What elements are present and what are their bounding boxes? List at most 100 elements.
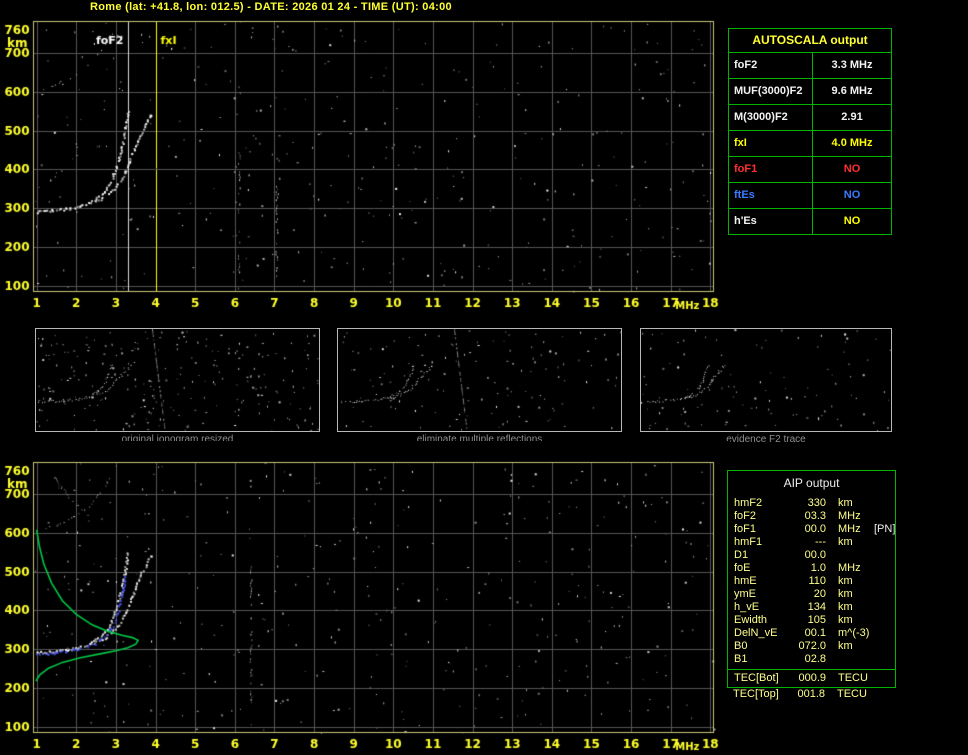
aip-row: B0 072.0 km (728, 640, 895, 653)
aip-row-extra (874, 536, 895, 549)
aip-row-value: 105 (807, 614, 826, 626)
aip-row-name: D1 (734, 549, 749, 561)
aip-row-value: 330 (807, 497, 826, 509)
aip-row-unit: km (838, 601, 853, 613)
aip-row-value: --- (815, 536, 826, 548)
aip-row: foF1 00.0 MHz [PN] (728, 523, 895, 536)
autoscala-row-label: M(3000)F2 (729, 105, 813, 130)
autoscala-row-label: foF1 (729, 157, 813, 182)
aip-row-value: 02.8 (804, 653, 826, 665)
aip-row-value: 110 (808, 575, 826, 587)
aip-row-name: B1 (734, 653, 748, 665)
aip-row-name: TEC[Bot] (734, 672, 779, 684)
aip-row-unit: km (838, 497, 853, 509)
ionogram-bottom-canvas (0, 441, 730, 755)
thumb3-canvas (640, 328, 892, 432)
aip-row-name: ymE (734, 588, 756, 600)
aip-row-name: foF2 (734, 510, 757, 522)
aip-row-name: hmF2 (734, 497, 763, 509)
autoscala-row-value: NO (843, 163, 861, 175)
aip-row: B1 02.8 (728, 653, 895, 666)
autoscala-row-value: 4.0 MHz (831, 137, 873, 149)
aip-row: foF2 03.3 MHz (728, 510, 895, 523)
aip-tec-bot-row: TEC[Bot] 000.9 TECU (728, 672, 895, 685)
thumb2-canvas (337, 328, 622, 432)
autoscala-table-header: AUTOSCALA output (729, 29, 891, 53)
aip-row: Ewidth 105 km (728, 614, 895, 627)
aip-row-name: TEC[Top] (733, 688, 779, 700)
page-title: Rome (lat: +41.8, lon: 012.5) - DATE: 20… (90, 1, 452, 13)
autoscala-row-label: foF2 (729, 53, 813, 78)
aip-row-extra (874, 562, 895, 575)
aip-row-name: hmE (734, 575, 757, 587)
autoscala-row-label: h'Es (729, 209, 813, 234)
aip-row-value: 001.8 (797, 688, 825, 700)
aip-row-extra (874, 497, 895, 510)
autoscala-row: MUF(3000)F2 9.6 MHz (729, 79, 891, 105)
aip-row-unit: km (838, 640, 853, 652)
aip-rows: hmF2 330 km foF2 03.3 MHz foF1 00.0 MHz [PN] hmF1 -… (728, 497, 895, 666)
aip-row-name: DelN_vE (734, 627, 778, 639)
aip-row-value: 00.1 (804, 627, 826, 639)
thumb1-canvas (35, 328, 320, 432)
aip-row-value: 000.9 (798, 672, 826, 684)
autoscala-row-value: NO (843, 215, 861, 227)
aip-row-extra: [PN] (874, 523, 896, 535)
autoscala-row: foF2 3.3 MHz (729, 53, 891, 79)
autoscala-row: h'Es NO (729, 209, 891, 234)
aip-row-extra (874, 627, 895, 640)
aip-row-extra (874, 653, 895, 666)
autoscala-row: fxI 4.0 MHz (729, 131, 891, 157)
aip-row: D1 00.0 (728, 549, 895, 562)
aip-row-value: 03.3 (804, 510, 826, 522)
autoscala-output-table: AUTOSCALA output foF2 3.3 MHz MUF(3000)F2 9… (728, 28, 892, 235)
aip-row-unit (830, 549, 874, 562)
aip-row-unit (830, 653, 874, 666)
autoscala-row-label: fxI (729, 131, 813, 156)
aip-row-unit: TECU (838, 672, 868, 684)
aip-row: hmE 110 km (728, 575, 895, 588)
aip-row-name: Ewidth (734, 614, 768, 626)
aip-row-extra (874, 588, 895, 601)
aip-row-name: h_vE (734, 601, 760, 613)
aip-row: hmF1 --- km (728, 536, 895, 549)
autoscala-row: ftEs NO (729, 183, 891, 209)
aip-row-name: foF1 (734, 523, 757, 535)
autoscala-row-value: 3.3 MHz (831, 59, 873, 71)
aip-row: foE 1.0 MHz (728, 562, 895, 575)
autoscala-screen: Rome (lat: +41.8, lon: 012.5) - DATE: 20… (0, 0, 968, 755)
autoscala-row-label: ftEs (729, 183, 813, 208)
aip-table-header: AIP output (783, 476, 840, 490)
aip-row-unit: m^(-3) (838, 627, 870, 639)
aip-row-name: foE (734, 562, 751, 574)
aip-row-extra (874, 549, 895, 562)
aip-row-unit: km (838, 614, 853, 626)
aip-row: DelN_vE 00.1 m^(-3) (728, 627, 895, 640)
aip-row: TEC[Top] 001.8 TECU (727, 688, 894, 701)
aip-separator (728, 669, 895, 670)
aip-row-name: hmF1 (734, 536, 763, 548)
autoscala-row-value: NO (843, 189, 861, 201)
aip-row-value: 00.0 (804, 523, 826, 535)
aip-row-extra (874, 672, 895, 685)
aip-row-extra (874, 614, 895, 627)
aip-row-unit: km (838, 575, 853, 587)
aip-row: ymE 20 km (728, 588, 895, 601)
aip-row: h_vE 134 km (728, 601, 895, 614)
autoscala-row: M(3000)F2 2.91 (729, 105, 891, 131)
ionogram-top-canvas (0, 0, 730, 318)
aip-row-value: 134 (807, 601, 826, 613)
aip-row-extra (874, 510, 895, 523)
aip-row-unit: MHz (838, 523, 861, 535)
autoscala-rows: foF2 3.3 MHz MUF(3000)F2 9.6 MHz M(3000)F2 2.… (729, 53, 891, 234)
aip-row-name: B0 (734, 640, 748, 652)
aip-row-value: 20 (813, 588, 826, 600)
aip-row: TEC[Bot] 000.9 TECU (728, 672, 895, 685)
aip-row-unit: km (838, 588, 853, 600)
aip-row-extra (874, 601, 895, 614)
aip-tec-top-row: TEC[Top] 001.8 TECU (727, 688, 894, 701)
autoscala-row-value: 9.6 MHz (831, 85, 873, 97)
aip-row: hmF2 330 km (728, 497, 895, 510)
autoscala-row-value: 2.91 (841, 111, 863, 123)
aip-row-extra (873, 688, 894, 701)
